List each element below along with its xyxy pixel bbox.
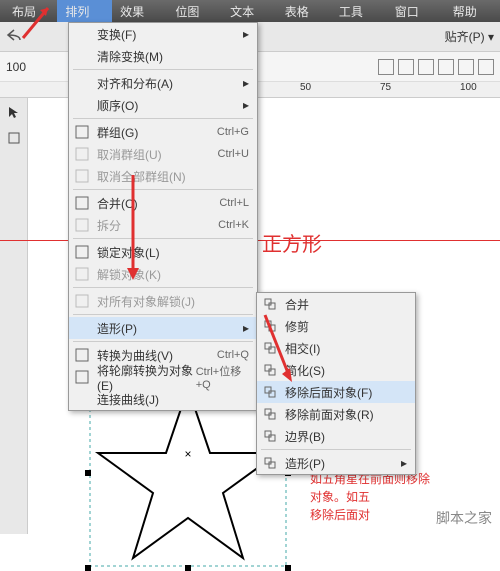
menu-item: 对所有对象解锁(J)	[69, 290, 257, 312]
curve-icon	[75, 348, 89, 362]
lock-icon	[75, 245, 89, 259]
submenu-item[interactable]: 相交(I)	[257, 337, 415, 359]
menu-item[interactable]: 变换(F)▸	[69, 23, 257, 45]
arrange-menu: 变换(F)▸清除变换(M)对齐和分布(A)▸顺序(O)▸群组(G)Ctrl+G取…	[68, 22, 258, 411]
footer-watermark: 脚本之家	[436, 508, 492, 528]
boundary-icon	[263, 429, 277, 443]
align-icon-2[interactable]	[398, 59, 414, 75]
outline-icon	[75, 370, 89, 384]
undo-icon[interactable]	[6, 28, 24, 45]
menu-item[interactable]: 顺序(O)▸	[69, 94, 257, 116]
align-icon-5[interactable]	[458, 59, 474, 75]
menu-layout[interactable]: 布局(L)	[4, 0, 57, 22]
menu-item: 取消全部群组(N)	[69, 165, 257, 187]
menu-item[interactable]: 对齐和分布(A)▸	[69, 72, 257, 94]
ungroup-all-icon	[75, 169, 89, 183]
submenu-item[interactable]: 修剪	[257, 315, 415, 337]
menu-table[interactable]: 表格(T)	[277, 0, 331, 22]
unlock-all-icon	[75, 294, 89, 308]
menu-item[interactable]: 将轮廓转换为对象(E)Ctrl+位移+Q	[69, 366, 257, 388]
annotation-note: 如五角星在前面则移除 对象。如五 移除后面对	[310, 470, 430, 524]
menu-item[interactable]: 锁定对象(L)	[69, 241, 257, 263]
break-icon	[75, 218, 89, 232]
trim-icon	[263, 319, 277, 333]
menu-item: 取消群组(U)Ctrl+U	[69, 143, 257, 165]
align-icon-6[interactable]	[478, 59, 494, 75]
align-icon-1[interactable]	[378, 59, 394, 75]
menu-tools[interactable]: 工具(O)	[331, 0, 387, 22]
menu-arrange[interactable]: 排列(A)	[57, 0, 112, 22]
align-icon-4[interactable]	[438, 59, 454, 75]
submenu-item[interactable]: 合并	[257, 293, 415, 315]
ungroup-icon	[75, 147, 89, 161]
ruler-tick: 50	[300, 82, 311, 93]
menu-item: 解锁对象(K)	[69, 263, 257, 285]
menu-item[interactable]: 清除变换(M)	[69, 45, 257, 67]
back-minus-icon	[263, 385, 277, 399]
submenu-item[interactable]: 简化(S)	[257, 359, 415, 381]
combine-icon	[75, 196, 89, 210]
unlock-icon	[75, 267, 89, 281]
shaping-icon	[263, 456, 277, 470]
menu-item: 拆分Ctrl+K	[69, 214, 257, 236]
menu-item[interactable]: 造形(P)▸	[69, 317, 257, 339]
toolbox	[0, 98, 28, 534]
menu-window[interactable]: 窗口(W)	[387, 0, 445, 22]
pick-tool-icon[interactable]	[2, 100, 26, 124]
snap-dropdown[interactable]: 贴齐(P) ▾	[445, 28, 494, 45]
menu-item[interactable]: 群组(G)Ctrl+G	[69, 121, 257, 143]
weld-icon	[263, 297, 277, 311]
menu-text[interactable]: 文本(X)	[222, 0, 277, 22]
shaping-submenu: 合并修剪相交(I)简化(S)移除后面对象(F)移除前面对象(R)边界(B) 造形(…	[256, 292, 416, 475]
submenu-item[interactable]: 移除后面对象(F)	[257, 381, 415, 403]
svg-text:×: ×	[184, 447, 191, 461]
align-icon-3[interactable]	[418, 59, 434, 75]
simplify-icon	[263, 363, 277, 377]
intersect-icon	[263, 341, 277, 355]
ruler-tick: 75	[380, 82, 391, 93]
annotation-square: 正方形	[262, 228, 322, 257]
menu-effects[interactable]: 效果(C)	[112, 0, 167, 22]
menu-item[interactable]: 合并(C)Ctrl+L	[69, 192, 257, 214]
submenu-item[interactable]: 造形(P)▸	[257, 452, 415, 474]
front-minus-icon	[263, 407, 277, 421]
menu-item[interactable]: 连接曲线(J)	[69, 388, 257, 410]
menu-help[interactable]: 帮助(H)	[445, 0, 500, 22]
ruler-tick: 100	[460, 82, 477, 93]
menu-bitmap[interactable]: 位图(B)	[167, 0, 222, 22]
shape-tool-icon[interactable]	[2, 126, 26, 150]
submenu-item[interactable]: 边界(B)	[257, 425, 415, 447]
group-icon	[75, 125, 89, 139]
submenu-item[interactable]: 移除前面对象(R)	[257, 403, 415, 425]
ruler-value: 100	[6, 60, 26, 74]
menubar: 布局(L) 排列(A) 效果(C) 位图(B) 文本(X) 表格(T) 工具(O…	[0, 0, 500, 22]
